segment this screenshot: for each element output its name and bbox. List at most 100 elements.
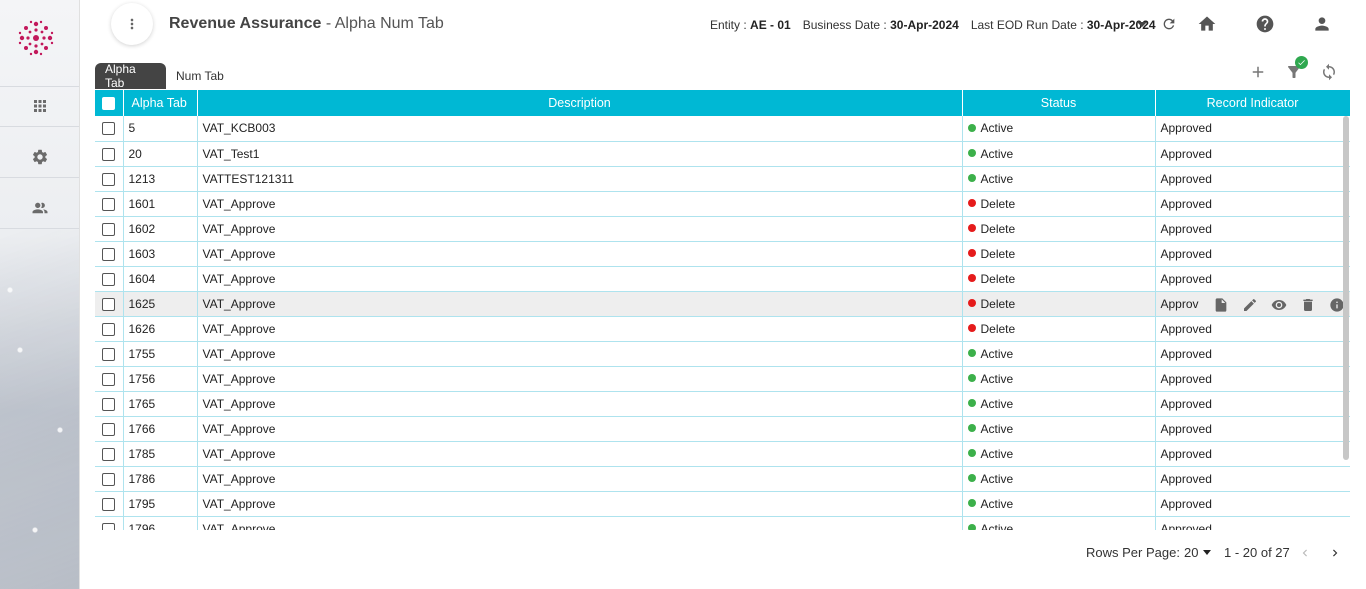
row-checkbox-cell[interactable]: [95, 366, 124, 392]
status-text: Delete: [980, 271, 1016, 286]
record-indicator-cell: Approved: [1155, 391, 1350, 417]
table-row[interactable]: 1603 VAT_Approve Delete Approved: [95, 241, 1350, 267]
row-checkbox-cell[interactable]: [95, 516, 124, 530]
row-checkbox[interactable]: [102, 522, 116, 530]
row-checkbox-cell[interactable]: [95, 266, 124, 292]
table-row[interactable]: 1213 VATTEST121311 Active Approved: [95, 166, 1350, 192]
description-cell: VAT_Approve: [197, 266, 963, 292]
row-checkbox[interactable]: [102, 397, 116, 411]
settings-button[interactable]: [0, 132, 79, 182]
record-indicator-cell: Approved: [1155, 191, 1350, 217]
table-row[interactable]: 1765 VAT_Approve Active Approved: [95, 391, 1350, 417]
edit-button[interactable]: [1241, 296, 1259, 314]
row-checkbox-cell[interactable]: [95, 341, 124, 367]
row-checkbox[interactable]: [102, 272, 116, 286]
row-checkbox[interactable]: [102, 122, 116, 136]
table-row[interactable]: 1601 VAT_Approve Delete Approved: [95, 191, 1350, 217]
home-button[interactable]: [1197, 14, 1217, 34]
status-dot: [967, 249, 976, 258]
edit-icon: [1243, 298, 1256, 311]
row-checkbox[interactable]: [102, 422, 116, 436]
status-dot: [967, 424, 976, 433]
record-indicator-cell: Approved: [1155, 441, 1350, 467]
row-checkbox-cell[interactable]: [95, 291, 124, 317]
row-checkbox-cell[interactable]: [95, 166, 124, 192]
row-checkbox-cell[interactable]: [95, 241, 124, 267]
table-row[interactable]: 20 VAT_Test1 Active Approved: [95, 141, 1350, 167]
reload-button[interactable]: [1318, 61, 1340, 83]
row-checkbox[interactable]: [102, 472, 116, 486]
row-checkbox-cell[interactable]: [95, 116, 124, 142]
row-checkbox[interactable]: [102, 347, 116, 361]
description-cell: VAT_Approve: [197, 516, 963, 530]
description-cell: VAT_Approve: [197, 466, 963, 492]
row-checkbox[interactable]: [102, 297, 116, 311]
table-row[interactable]: 1795 VAT_Approve Active Approved: [95, 491, 1350, 517]
column-header-description[interactable]: Description: [197, 90, 963, 116]
help-button[interactable]: [1255, 14, 1275, 34]
row-checkbox[interactable]: [102, 372, 116, 386]
table-row[interactable]: 1756 VAT_Approve Active Approved: [95, 366, 1350, 392]
table-row[interactable]: 1796 VAT_Approve Active Approved: [95, 516, 1350, 530]
home-icon: [1198, 16, 1216, 31]
row-checkbox[interactable]: [102, 197, 116, 211]
column-header-alpha-tab[interactable]: Alpha Tab: [123, 90, 198, 116]
refresh-button[interactable]: [1161, 16, 1177, 32]
row-checkbox-cell[interactable]: [95, 466, 124, 492]
table-row[interactable]: 1786 VAT_Approve Active Approved: [95, 466, 1350, 492]
row-checkbox-cell[interactable]: [95, 216, 124, 242]
header-dropdown-icon[interactable]: [1137, 22, 1147, 27]
row-checkbox-cell[interactable]: [95, 491, 124, 517]
row-checkbox-cell[interactable]: [95, 441, 124, 467]
record-indicator-text: Approved: [1160, 496, 1212, 511]
header-info: Entity : AE - 01 Business Date : 30-Apr-…: [710, 18, 1156, 32]
table-row[interactable]: 1626 VAT_Approve Delete Approved: [95, 316, 1350, 342]
more-vertical-icon: [130, 18, 134, 30]
row-checkbox[interactable]: [102, 322, 116, 336]
row-checkbox-cell[interactable]: [95, 391, 124, 417]
user-management-button[interactable]: [0, 183, 79, 233]
column-header-status[interactable]: Status: [962, 90, 1156, 116]
previous-page-button[interactable]: [1298, 546, 1312, 560]
row-checkbox[interactable]: [102, 247, 116, 261]
vertical-scrollbar[interactable]: [1343, 116, 1349, 460]
add-button[interactable]: [1247, 61, 1269, 83]
user-profile-button[interactable]: [1312, 14, 1332, 34]
table-row[interactable]: 1766 VAT_Approve Active Approved: [95, 416, 1350, 442]
row-checkbox-cell[interactable]: [95, 191, 124, 217]
column-header-record-indicator[interactable]: Record Indicator: [1155, 90, 1350, 116]
record-indicator-text: Approved: [1160, 146, 1212, 161]
next-page-button[interactable]: [1328, 546, 1342, 560]
rows-per-page-dropdown-icon[interactable]: [1203, 550, 1211, 555]
copy-icon: [1215, 297, 1226, 312]
select-all-checkbox[interactable]: [102, 97, 116, 111]
select-all-checkbox-cell[interactable]: [95, 90, 124, 116]
row-checkbox[interactable]: [102, 147, 116, 161]
row-checkbox-cell[interactable]: [95, 141, 124, 167]
table-row[interactable]: 1602 VAT_Approve Delete Approved: [95, 216, 1350, 242]
table-row[interactable]: 1625 VAT_Approve Delete Approv: [95, 291, 1350, 317]
more-menu-button[interactable]: [111, 3, 153, 45]
delete-button[interactable]: [1299, 296, 1317, 314]
record-indicator-cell: Approved: [1155, 116, 1350, 142]
table-row[interactable]: 1755 VAT_Approve Active Approved: [95, 341, 1350, 367]
table-row[interactable]: 1785 VAT_Approve Active Approved: [95, 441, 1350, 467]
view-button[interactable]: [1270, 296, 1288, 314]
row-checkbox[interactable]: [102, 447, 116, 461]
table-row[interactable]: 5 VAT_KCB003 Active Approved: [95, 116, 1350, 142]
copy-button[interactable]: [1212, 296, 1230, 314]
row-checkbox[interactable]: [102, 172, 116, 186]
app-logo-icon[interactable]: [14, 16, 58, 60]
tab-alpha[interactable]: Alpha Tab: [95, 62, 166, 90]
table-row[interactable]: 1604 VAT_Approve Delete Approved: [95, 266, 1350, 292]
description-cell: VAT_Approve: [197, 341, 963, 367]
row-checkbox-cell[interactable]: [95, 316, 124, 342]
rows-per-page-select[interactable]: 20: [1184, 545, 1198, 560]
status-dot: [967, 499, 976, 508]
row-checkbox[interactable]: [102, 497, 116, 511]
row-checkbox[interactable]: [102, 222, 116, 236]
status-dot: [967, 199, 976, 208]
row-checkbox-cell[interactable]: [95, 416, 124, 442]
apps-grid-button[interactable]: [0, 81, 79, 131]
tab-num[interactable]: Num Tab: [166, 63, 234, 89]
